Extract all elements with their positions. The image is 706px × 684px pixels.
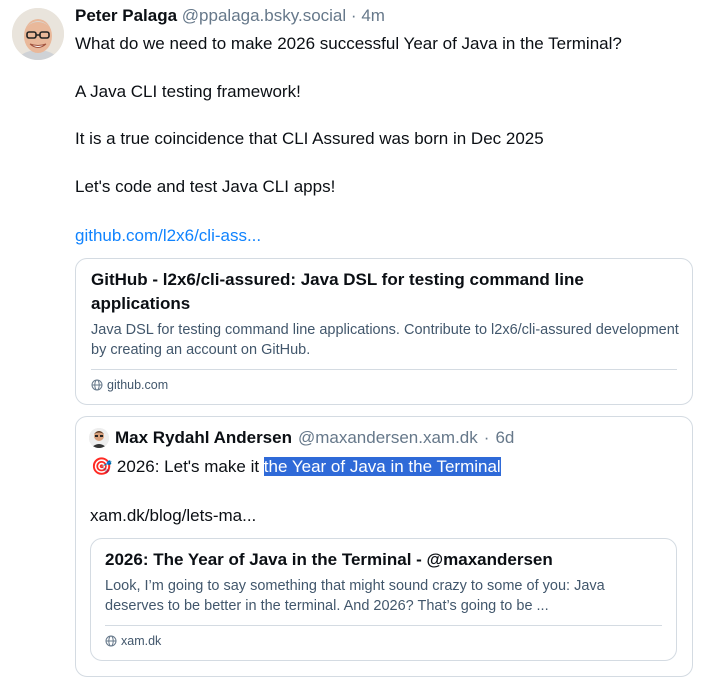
post-text-line-2: A Java CLI testing framework!: [75, 82, 301, 101]
link-card-title: GitHub - l2x6/cli-assured: Java DSL for …: [91, 270, 584, 313]
post-text-line-4: Let's code and test Java CLI apps!: [75, 177, 336, 196]
author-handle[interactable]: @ppalaga.bsky.social: [182, 6, 346, 25]
quote-link-card-domain-row: xam.dk: [105, 634, 161, 648]
link-card-description: Java DSL for testing command line applic…: [91, 322, 679, 358]
quote-text-selection: the Year of Java in the Terminal: [263, 457, 501, 476]
post: Peter Palaga @ppalaga.bsky.social · 4m W…: [0, 0, 706, 684]
quote-link-text[interactable]: xam.dk/blog/lets-ma...: [90, 505, 256, 527]
globe-icon: [105, 635, 117, 647]
quote-author-handle[interactable]: @maxandersen.xam.dk: [298, 428, 478, 448]
quote-author-avatar[interactable]: [89, 428, 109, 448]
quote-link-card-domain: xam.dk: [121, 634, 162, 648]
target-emoji-icon: 🎯: [91, 457, 113, 476]
globe-icon: [91, 379, 103, 391]
quote-header-separator: ·: [483, 428, 490, 447]
link-card-divider: [91, 369, 677, 370]
quote-text-line-1: 🎯 2026: Let's make it the Year of Java i…: [91, 456, 501, 478]
post-link[interactable]: github.com/l2x6/cli-ass...: [75, 225, 261, 247]
link-preview-card[interactable]: GitHub - l2x6/cli-assured: Java DSL for …: [75, 258, 693, 405]
post-text-line-1: What do we need to make 2026 successful …: [75, 34, 622, 53]
quote-author-name[interactable]: Max Rydahl Andersen: [115, 428, 292, 448]
author-name[interactable]: Peter Palaga: [75, 6, 177, 25]
quote-time[interactable]: 6d: [495, 428, 514, 448]
quote-link-card-description: Look, I’m going to say something that mi…: [105, 578, 605, 614]
post-text-line-3: It is a true coincidence that CLI Assure…: [75, 129, 544, 148]
link-card-domain-row: github.com: [91, 378, 168, 392]
author-avatar-image: [12, 8, 64, 60]
quote-link-card[interactable]: 2026: The Year of Java in the Terminal -…: [90, 538, 677, 661]
quote-link-card-divider: [105, 625, 662, 626]
post-time[interactable]: 4m: [361, 6, 385, 25]
header-separator: ·: [350, 6, 357, 25]
quote-header: Max Rydahl Andersen @maxandersen.xam.dk …: [89, 428, 514, 448]
quote-link-card-title: 2026: The Year of Java in the Terminal -…: [105, 550, 553, 569]
link-card-domain: github.com: [107, 378, 169, 392]
quote-text-plain: 2026: Let's make it: [116, 457, 264, 476]
post-header: Peter Palaga @ppalaga.bsky.social · 4m: [75, 5, 385, 27]
quote-avatar-image: [89, 428, 109, 448]
author-avatar[interactable]: [12, 8, 64, 60]
